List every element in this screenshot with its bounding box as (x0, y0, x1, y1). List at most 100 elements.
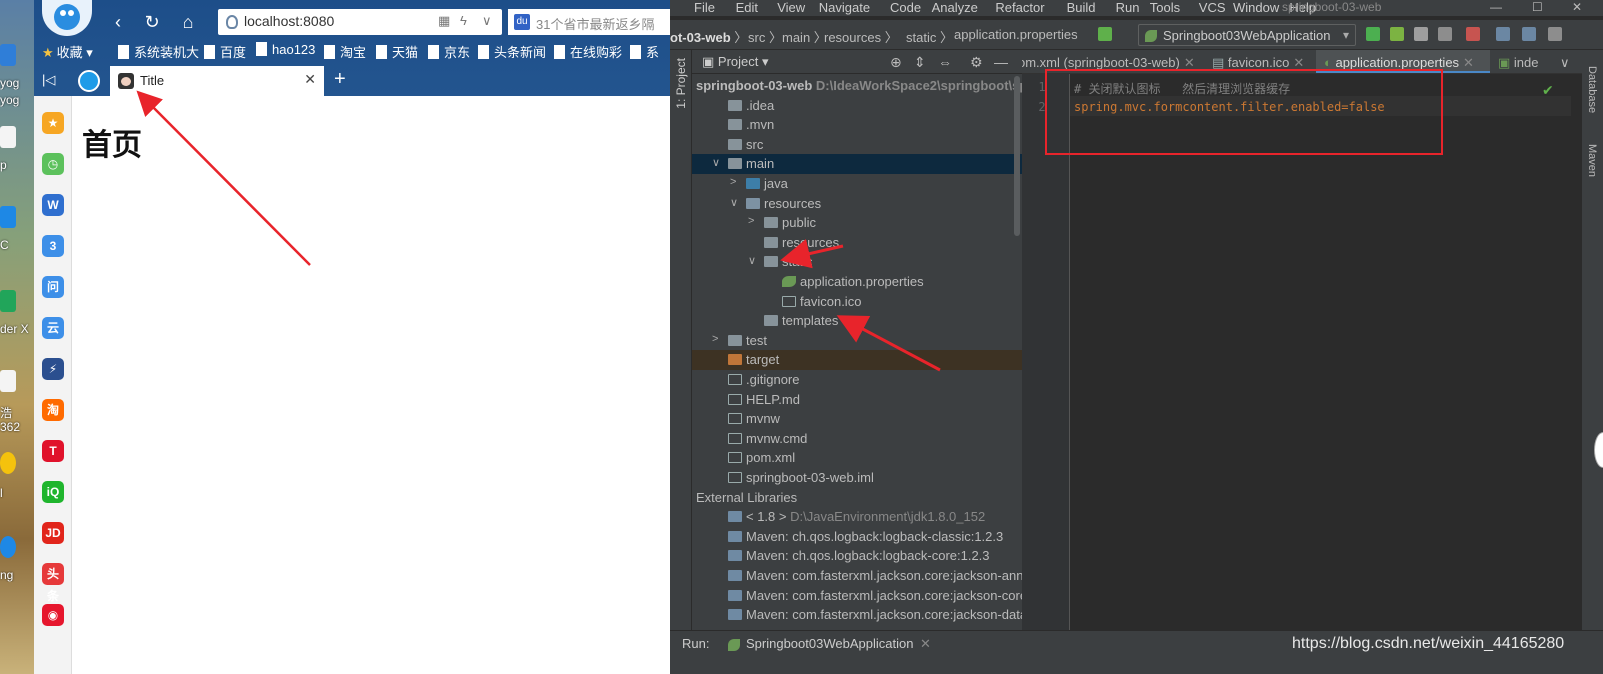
menu-code[interactable]: Code (890, 0, 921, 15)
close-icon[interactable]: ✕ (1463, 55, 1474, 70)
tree-item[interactable]: favicon.ico (692, 292, 1022, 312)
game-icon[interactable]: ⚡ (42, 358, 64, 380)
address-bar[interactable]: localhost:8080 ▦ ϟ ∨ (218, 9, 502, 35)
tree-item[interactable]: pom.xml (692, 448, 1022, 468)
close-icon[interactable]: ✕ (1184, 55, 1195, 70)
tree-item[interactable]: mvnw.cmd (692, 429, 1022, 449)
iqiyi-icon[interactable]: iQ (42, 481, 64, 503)
home-icon[interactable]: ⌂ (176, 10, 200, 34)
rerun-icon[interactable] (1366, 27, 1380, 41)
bookmark-favorites[interactable]: ★ 收藏 ▾ (42, 42, 93, 61)
project-scrollbar[interactable] (1014, 76, 1020, 236)
editor-scrollbar[interactable] (1571, 74, 1582, 630)
close-icon[interactable]: ✕ (1293, 55, 1304, 70)
desktop-icon[interactable] (0, 536, 16, 558)
grid-icon[interactable]: ▦ (438, 13, 450, 29)
menu-run[interactable]: Run (1116, 0, 1140, 15)
bookmark-item[interactable]: hao123 (256, 42, 315, 57)
locate-icon[interactable]: ⊕ (890, 54, 902, 71)
gear-icon[interactable]: ⚙ (970, 54, 983, 71)
tree-item[interactable]: HELP.md (692, 390, 1022, 410)
cloud-icon[interactable]: 云 (42, 317, 64, 339)
tree-item[interactable]: ∨ static (692, 252, 1022, 272)
browser-logo[interactable] (42, 0, 92, 36)
tree-item[interactable]: Maven: ch.qos.logback:logback-classic:1.… (692, 527, 1022, 547)
expand-all-icon[interactable]: ⇕ (914, 54, 926, 71)
maven-tool-tab[interactable]: Maven (1586, 144, 1598, 177)
chevron-down-icon[interactable]: ∨ (730, 196, 738, 209)
stop-icon[interactable] (1466, 27, 1480, 41)
lightning-icon[interactable]: ϟ (460, 13, 467, 28)
question-icon[interactable]: 问 (42, 276, 64, 298)
bookmark-item[interactable]: 百度 (204, 42, 246, 61)
tree-item[interactable]: mvnw (692, 409, 1022, 429)
tree-item[interactable]: < 1.8 > D:\JavaEnvironment\jdk1.8.0_152 (692, 507, 1022, 527)
inspection-ok-icon[interactable]: ✔ (1542, 82, 1554, 99)
breadcrumb-project[interactable]: ot-03-web 〉 (670, 27, 747, 46)
jd-icon[interactable]: JD (42, 522, 64, 544)
tree-item[interactable]: .mvn (692, 115, 1022, 135)
menu-window[interactable]: Window (1233, 0, 1279, 15)
tree-item[interactable]: ∨ main (692, 154, 1022, 175)
sidebar-toggle-icon[interactable]: |◁ (42, 72, 55, 88)
run-config-select[interactable]: Springboot03WebApplication ▾ (1138, 24, 1356, 46)
tree-item[interactable]: springboot-03-web D:\IdeaWorkSpace2\spri… (692, 76, 1022, 96)
bookmark-item[interactable]: 京东 (428, 42, 470, 61)
profile-icon[interactable] (1438, 27, 1452, 41)
address-url[interactable]: localhost:8080 (244, 13, 334, 29)
menu-vcs[interactable]: VCS (1199, 0, 1226, 15)
bookmark-item[interactable]: 天猫 (376, 42, 418, 61)
search-icon[interactable] (1548, 27, 1562, 41)
debug-icon[interactable] (1390, 27, 1404, 41)
favorites-icon[interactable]: ★ (42, 112, 64, 134)
desktop-icon[interactable] (0, 370, 16, 392)
breadcrumb-src[interactable]: src 〉 (748, 27, 782, 46)
project-tool-tab[interactable]: 1: Project (674, 58, 688, 109)
close-icon[interactable]: ✕ (304, 71, 316, 88)
chevron-right-icon[interactable]: > (748, 215, 754, 227)
chevron-right-icon[interactable]: > (730, 176, 736, 188)
chevron-down-icon[interactable]: ∨ (748, 254, 756, 267)
tmall-icon[interactable]: T (42, 440, 64, 462)
minimize-icon[interactable]: — (1490, 0, 1502, 14)
tree-item[interactable]: application.properties (692, 272, 1022, 292)
chevron-down-icon[interactable]: ∨ (482, 13, 492, 29)
back-icon[interactable]: ‹ (106, 10, 130, 34)
tabs-overflow-icon[interactable]: ∨ (1560, 50, 1580, 73)
maximize-icon[interactable]: ☐ (1532, 0, 1543, 14)
tab-title[interactable]: Title ✕ (110, 66, 324, 96)
menu-view[interactable]: View (777, 0, 805, 15)
breadcrumb-main[interactable]: main 〉 (782, 27, 827, 46)
bookmark-item[interactable]: 在线购彩 (554, 42, 622, 61)
menu-file[interactable]: File (694, 0, 715, 15)
build-hammer-icon[interactable] (1098, 27, 1112, 41)
menu-build[interactable]: Build (1067, 0, 1096, 15)
database-tool-tab[interactable]: Database (1586, 66, 1598, 113)
menu-tools[interactable]: Tools (1150, 0, 1180, 15)
project-panel-title[interactable]: ▣ Project ▾ (702, 54, 769, 70)
tree-item[interactable]: > test (692, 331, 1022, 351)
tree-item[interactable]: Maven: com.fasterxml.jackson.core:jackso… (692, 586, 1022, 606)
desktop-icon[interactable] (0, 452, 16, 474)
layout-icon[interactable] (1522, 27, 1536, 41)
search-input[interactable]: 31个省市最新返乡隔 (536, 14, 654, 33)
tree-item[interactable]: templates (692, 311, 1022, 331)
word-icon[interactable]: W (42, 194, 64, 216)
coverage-icon[interactable] (1414, 27, 1428, 41)
tree-item[interactable]: > java (692, 174, 1022, 194)
tree-item[interactable]: > public (692, 213, 1022, 233)
tree-item[interactable]: Maven: com.fasterxml.jackson.core:jackso… (692, 605, 1022, 625)
clock-icon[interactable]: ◷ (42, 153, 64, 175)
tree-item[interactable]: resources (692, 233, 1022, 253)
taobao-icon[interactable]: 淘 (42, 399, 64, 421)
tree-item[interactable]: springboot-03-web.iml (692, 468, 1022, 488)
tree-item[interactable]: ∨ resources (692, 194, 1022, 214)
run-tab[interactable]: Springboot03WebApplication (746, 636, 913, 651)
compass-icon[interactable] (78, 70, 100, 92)
project-structure-icon[interactable] (1496, 27, 1510, 41)
bookmark-item[interactable]: 系 (630, 42, 659, 61)
desktop-icon[interactable] (0, 126, 16, 148)
close-icon[interactable]: ✕ (920, 636, 931, 652)
new-tab-icon[interactable]: + (334, 68, 346, 91)
menu-analyze[interactable]: Analyze (932, 0, 978, 15)
